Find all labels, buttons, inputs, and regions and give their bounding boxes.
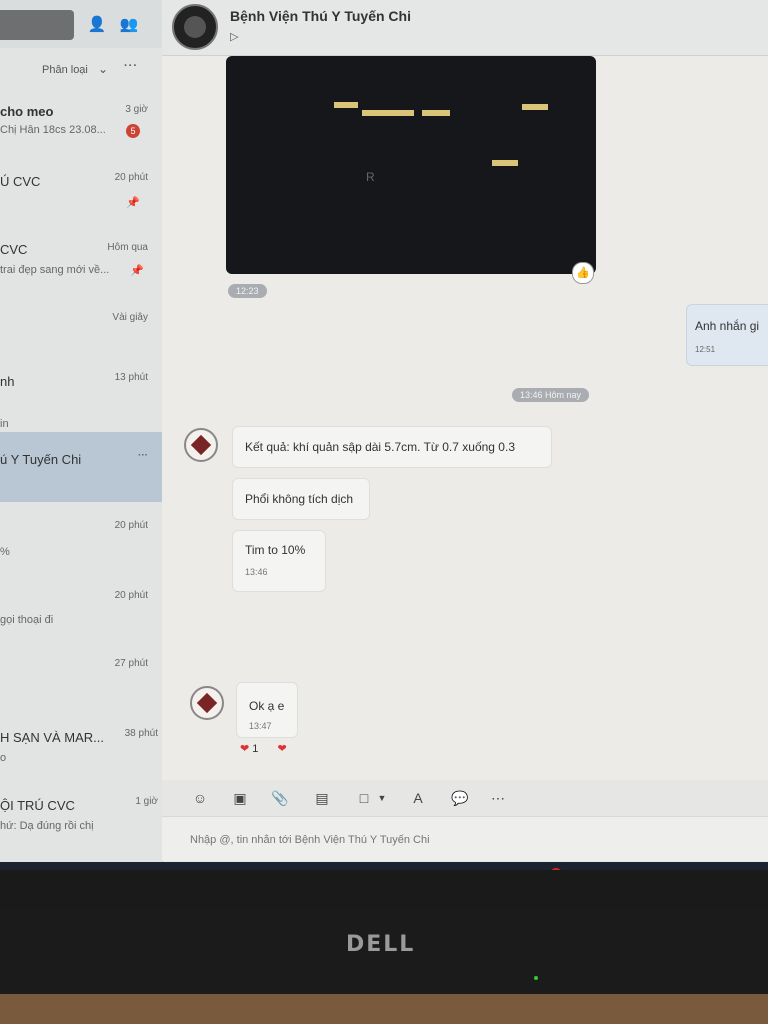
sender-avatar[interactable] — [190, 686, 224, 720]
filter-bar: Phân loại ⌄ ··· — [0, 58, 160, 84]
chevron-down-icon[interactable]: ⌄ — [98, 62, 108, 76]
create-group-icon[interactable]: 👥 — [118, 14, 140, 36]
composer-toolbar: ☺ ▣ 📎 ▤ □ ▼ A 💬 ⋯ — [162, 780, 768, 816]
conversation-time: 1 giờ — [135, 796, 158, 807]
conversation-item[interactable]: Vài giây — [0, 304, 162, 360]
chat-header: Bệnh Viện Thú Y Tuyến Chi ▷ — [162, 0, 768, 56]
message-time: 13:46 — [245, 567, 268, 577]
conversation-preview: Chị Hân 18cs 23.08... — [0, 124, 106, 136]
screenshot-icon[interactable]: ▤ — [312, 788, 332, 808]
conversation-item[interactable]: H SẠN VÀ MAR... 38 phút o — [0, 718, 162, 776]
conversation-time: 38 phút — [124, 728, 158, 739]
conversation-preview: hứ: Dạ đúng rồi chị — [0, 820, 94, 832]
more-icon[interactable]: ⋯ — [488, 788, 508, 808]
conversation-item[interactable]: ỘI TRÚ CVC 1 giờ hứ: Dạ đúng rồi chị — [0, 786, 162, 846]
conversation-preview: gọi thoại đi — [0, 614, 54, 626]
conversation-name: ú Y Tuyến Chi — [0, 452, 82, 467]
label-icon[interactable]: ▷ — [230, 30, 238, 43]
conversation-item[interactable]: Ú CVC 20 phút 📌 — [0, 166, 162, 226]
conversation-sidebar: 👤 👥 Phân loại ⌄ ··· cho meo 3 giờ Chị Hâ… — [0, 0, 163, 870]
message-input[interactable] — [188, 829, 712, 851]
conversation-item[interactable]: cho meo 3 giờ Chị Hân 18cs 23.08... 5 — [0, 98, 162, 156]
message-text: Kết quả: khí quản sập dài 5.7cm. Từ 0.7 … — [245, 440, 515, 454]
reaction-bar[interactable]: ❤ 1 ❤ — [240, 742, 287, 755]
message-time: 12:51 — [695, 345, 716, 354]
reaction-count: 1 — [252, 743, 259, 755]
sticker-icon[interactable]: ☺ — [190, 788, 210, 808]
screen: 👤 👥 Phân loại ⌄ ··· cho meo 3 giờ Chị Hâ… — [0, 0, 768, 870]
chevron-down-icon[interactable]: ▼ — [372, 788, 392, 808]
message-text: Phổi không tích dịch — [245, 492, 354, 506]
conversation-more-button[interactable]: ··· — [138, 450, 148, 461]
filter-dropdown[interactable]: Phân loại — [42, 64, 88, 76]
pin-icon: 📌 — [126, 197, 140, 209]
date-divider: 13:46 Hôm nay — [512, 388, 590, 402]
message-list: R 👍 12:23 Anh nhắn gi 12:51 13:46 Hôm na… — [162, 56, 768, 780]
like-icon[interactable]: 👍 — [572, 262, 594, 284]
conversation-time: 27 phút — [114, 658, 148, 669]
conversation-preview: o — [0, 752, 7, 764]
conversation-name: CVC — [0, 242, 28, 257]
image-message[interactable]: R — [226, 56, 596, 274]
taskbar: ⊞ ✶ ● ▭ e ◉ ◉ ● ◉ X Z O W ⌃ — [0, 862, 768, 870]
message-text: Anh nhắn gi — [695, 319, 760, 333]
incoming-message[interactable]: Tim to 10% 13:46 — [232, 530, 326, 592]
conversation-item-active[interactable]: ú Y Tuyến Chi ··· — [0, 432, 162, 502]
message-text: Ok ạ e — [249, 699, 285, 713]
monitor-bezel: DELL — [0, 910, 768, 1024]
desk — [0, 994, 768, 1024]
conversation-time: 20 phút — [114, 520, 148, 531]
quick-message-icon[interactable]: 💬 — [450, 788, 470, 808]
sidebar-header: 👤 👥 — [0, 0, 162, 48]
incoming-message[interactable]: Ok ạ e 13:47 — [236, 682, 298, 738]
conversation-preview: in — [0, 418, 9, 430]
conversation-preview: trai đẹp sang mới về... — [0, 264, 110, 276]
conversation-name: Ú CVC — [0, 174, 41, 189]
conversation-time: 13 phút — [114, 372, 148, 383]
incoming-message[interactable]: Phổi không tích dịch — [232, 478, 370, 520]
chat-title[interactable]: Bệnh Viện Thú Y Tuyến Chi — [230, 8, 411, 24]
image-icon[interactable]: ▣ — [230, 788, 250, 808]
conversation-name: H SẠN VÀ MAR... — [0, 730, 105, 745]
conversation-preview: % — [0, 546, 10, 558]
conversation-item[interactable]: CVC Hôm qua trai đẹp sang mới về... 📌 — [0, 236, 162, 290]
more-options-button[interactable]: ··· — [124, 60, 138, 72]
card-icon[interactable]: □ — [354, 788, 374, 808]
image-message-time: 12:23 — [228, 284, 267, 298]
group-avatar[interactable] — [172, 4, 218, 50]
conversation-time: 20 phút — [114, 172, 148, 183]
conversation-time: 3 giờ — [125, 104, 148, 115]
pin-icon: 📌 — [130, 265, 144, 277]
message-composer — [162, 816, 768, 861]
incoming-message[interactable]: Kết quả: khí quản sập dài 5.7cm. Từ 0.7 … — [232, 426, 552, 468]
message-time: 13:47 — [249, 721, 272, 731]
conversation-name: nh — [0, 374, 15, 389]
attachment-icon[interactable]: 📎 — [270, 788, 290, 808]
conversation-time: 20 phút — [114, 590, 148, 601]
brand-logo: DELL — [346, 932, 416, 957]
unread-badge: 5 — [126, 124, 140, 138]
conversation-time: Vài giây — [112, 312, 148, 323]
add-friend-icon[interactable]: 👤 — [86, 14, 108, 36]
conversation-name: ỘI TRÚ CVC — [0, 798, 75, 813]
conversation-name: cho meo — [0, 104, 54, 119]
conversation-item[interactable]: nh 13 phút in — [0, 366, 162, 430]
conversation-item[interactable]: 20 phút % — [0, 510, 162, 572]
power-led — [534, 976, 538, 980]
search-input[interactable] — [0, 10, 74, 40]
sender-avatar[interactable] — [184, 428, 218, 462]
heart-icon: ❤ — [240, 743, 250, 755]
image-text: R — [366, 170, 375, 184]
message-text: Tim to 10% — [245, 543, 306, 557]
conversation-time: Hôm qua — [107, 242, 148, 253]
outgoing-message[interactable]: Anh nhắn gi 12:51 — [686, 304, 768, 366]
conversation-item[interactable]: 27 phút — [0, 650, 162, 708]
conversation-item[interactable]: 20 phút gọi thoại đi — [0, 580, 162, 640]
text-format-icon[interactable]: A — [408, 788, 428, 808]
add-reaction-heart-icon[interactable]: ❤ — [277, 743, 286, 755]
